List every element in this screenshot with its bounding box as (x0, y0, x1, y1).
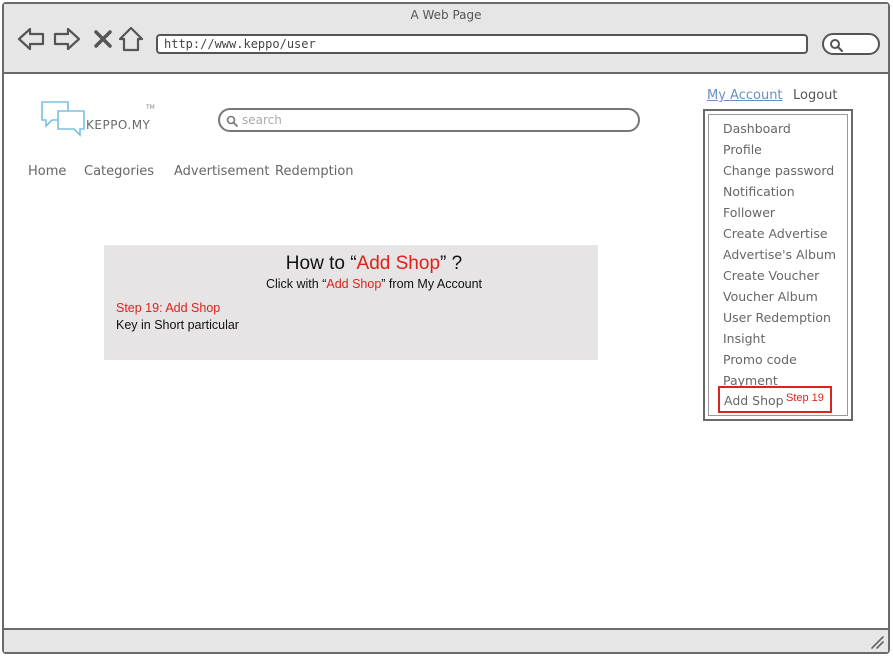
menu-item-change-password[interactable]: Change password (723, 163, 834, 178)
nav-categories[interactable]: Categories (84, 164, 154, 179)
menu-item-notification[interactable]: Notification (723, 184, 795, 199)
logout-link[interactable]: Logout (793, 88, 838, 103)
step-title: Step 19: Add Shop (116, 301, 221, 315)
sub-highlight: Add Shop (326, 277, 382, 291)
resize-grip-icon[interactable] (868, 633, 884, 649)
browser-search-field[interactable] (822, 33, 880, 55)
close-icon[interactable] (88, 24, 118, 54)
logo-text: KEPPO.MY (86, 118, 151, 132)
sub-suffix: ” from My Account (381, 277, 483, 291)
add-shop-label: Add Shop (724, 393, 784, 408)
step-callout: Step 19 (786, 392, 824, 404)
back-icon[interactable] (16, 24, 46, 54)
instruction-subtitle: Click with “Add Shop” from My Account (104, 277, 644, 291)
nav-home[interactable]: Home (28, 164, 66, 179)
address-bar[interactable]: http://www.keppo/user (156, 34, 808, 54)
menu-item-insight[interactable]: Insight (723, 331, 765, 346)
title-highlight: Add Shop (356, 253, 441, 274)
search-placeholder: search (242, 113, 282, 127)
menu-item-voucher-album[interactable]: Voucher Album (723, 289, 818, 304)
home-icon[interactable] (116, 24, 146, 54)
menu-item-dashboard[interactable]: Dashboard (723, 121, 791, 136)
menu-item-create-advertise[interactable]: Create Advertise (723, 226, 828, 241)
nav-redemption[interactable]: Redemption (275, 164, 354, 179)
menu-inner-frame (708, 114, 848, 416)
title-prefix: How to “ (285, 253, 357, 274)
search-icon (830, 39, 843, 52)
step-description: Key in Short particular (116, 318, 239, 332)
nav-advertisement[interactable]: Advertisement (174, 164, 269, 179)
account-dropdown-menu: Dashboard Profile Change password Notifi… (703, 109, 853, 421)
sub-prefix: Click with “ (265, 277, 327, 291)
menu-item-follower[interactable]: Follower (723, 205, 775, 220)
trademark-mark: TM (146, 104, 155, 111)
forward-icon[interactable] (52, 24, 82, 54)
my-account-link[interactable]: My Account (707, 88, 783, 103)
menu-item-promo-code[interactable]: Promo code (723, 352, 797, 367)
search-icon (226, 115, 238, 127)
menu-item-advertise-album[interactable]: Advertise's Album (723, 247, 836, 262)
title-suffix: ” ? (440, 253, 463, 274)
browser-toolbar: A Web Page http://www.keppo/user (4, 4, 888, 74)
site-search-input[interactable]: search (218, 108, 640, 132)
menu-item-create-voucher[interactable]: Create Voucher (723, 268, 819, 283)
window-title: A Web Page (410, 8, 482, 22)
menu-item-user-redemption[interactable]: User Redemption (723, 310, 831, 325)
instruction-panel: How to “Add Shop” ? Click with “Add Shop… (104, 245, 598, 360)
status-bar (4, 628, 888, 652)
chat-bubbles-icon (41, 101, 85, 137)
instruction-title: How to “Add Shop” ? (104, 253, 644, 275)
browser-window: A Web Page http://www.keppo/user KEPPO.M… (2, 2, 890, 654)
menu-item-profile[interactable]: Profile (723, 142, 762, 157)
menu-item-add-shop[interactable]: Add Shop Step 19 (718, 386, 832, 413)
site-logo[interactable]: KEPPO.MY TM (40, 100, 160, 140)
